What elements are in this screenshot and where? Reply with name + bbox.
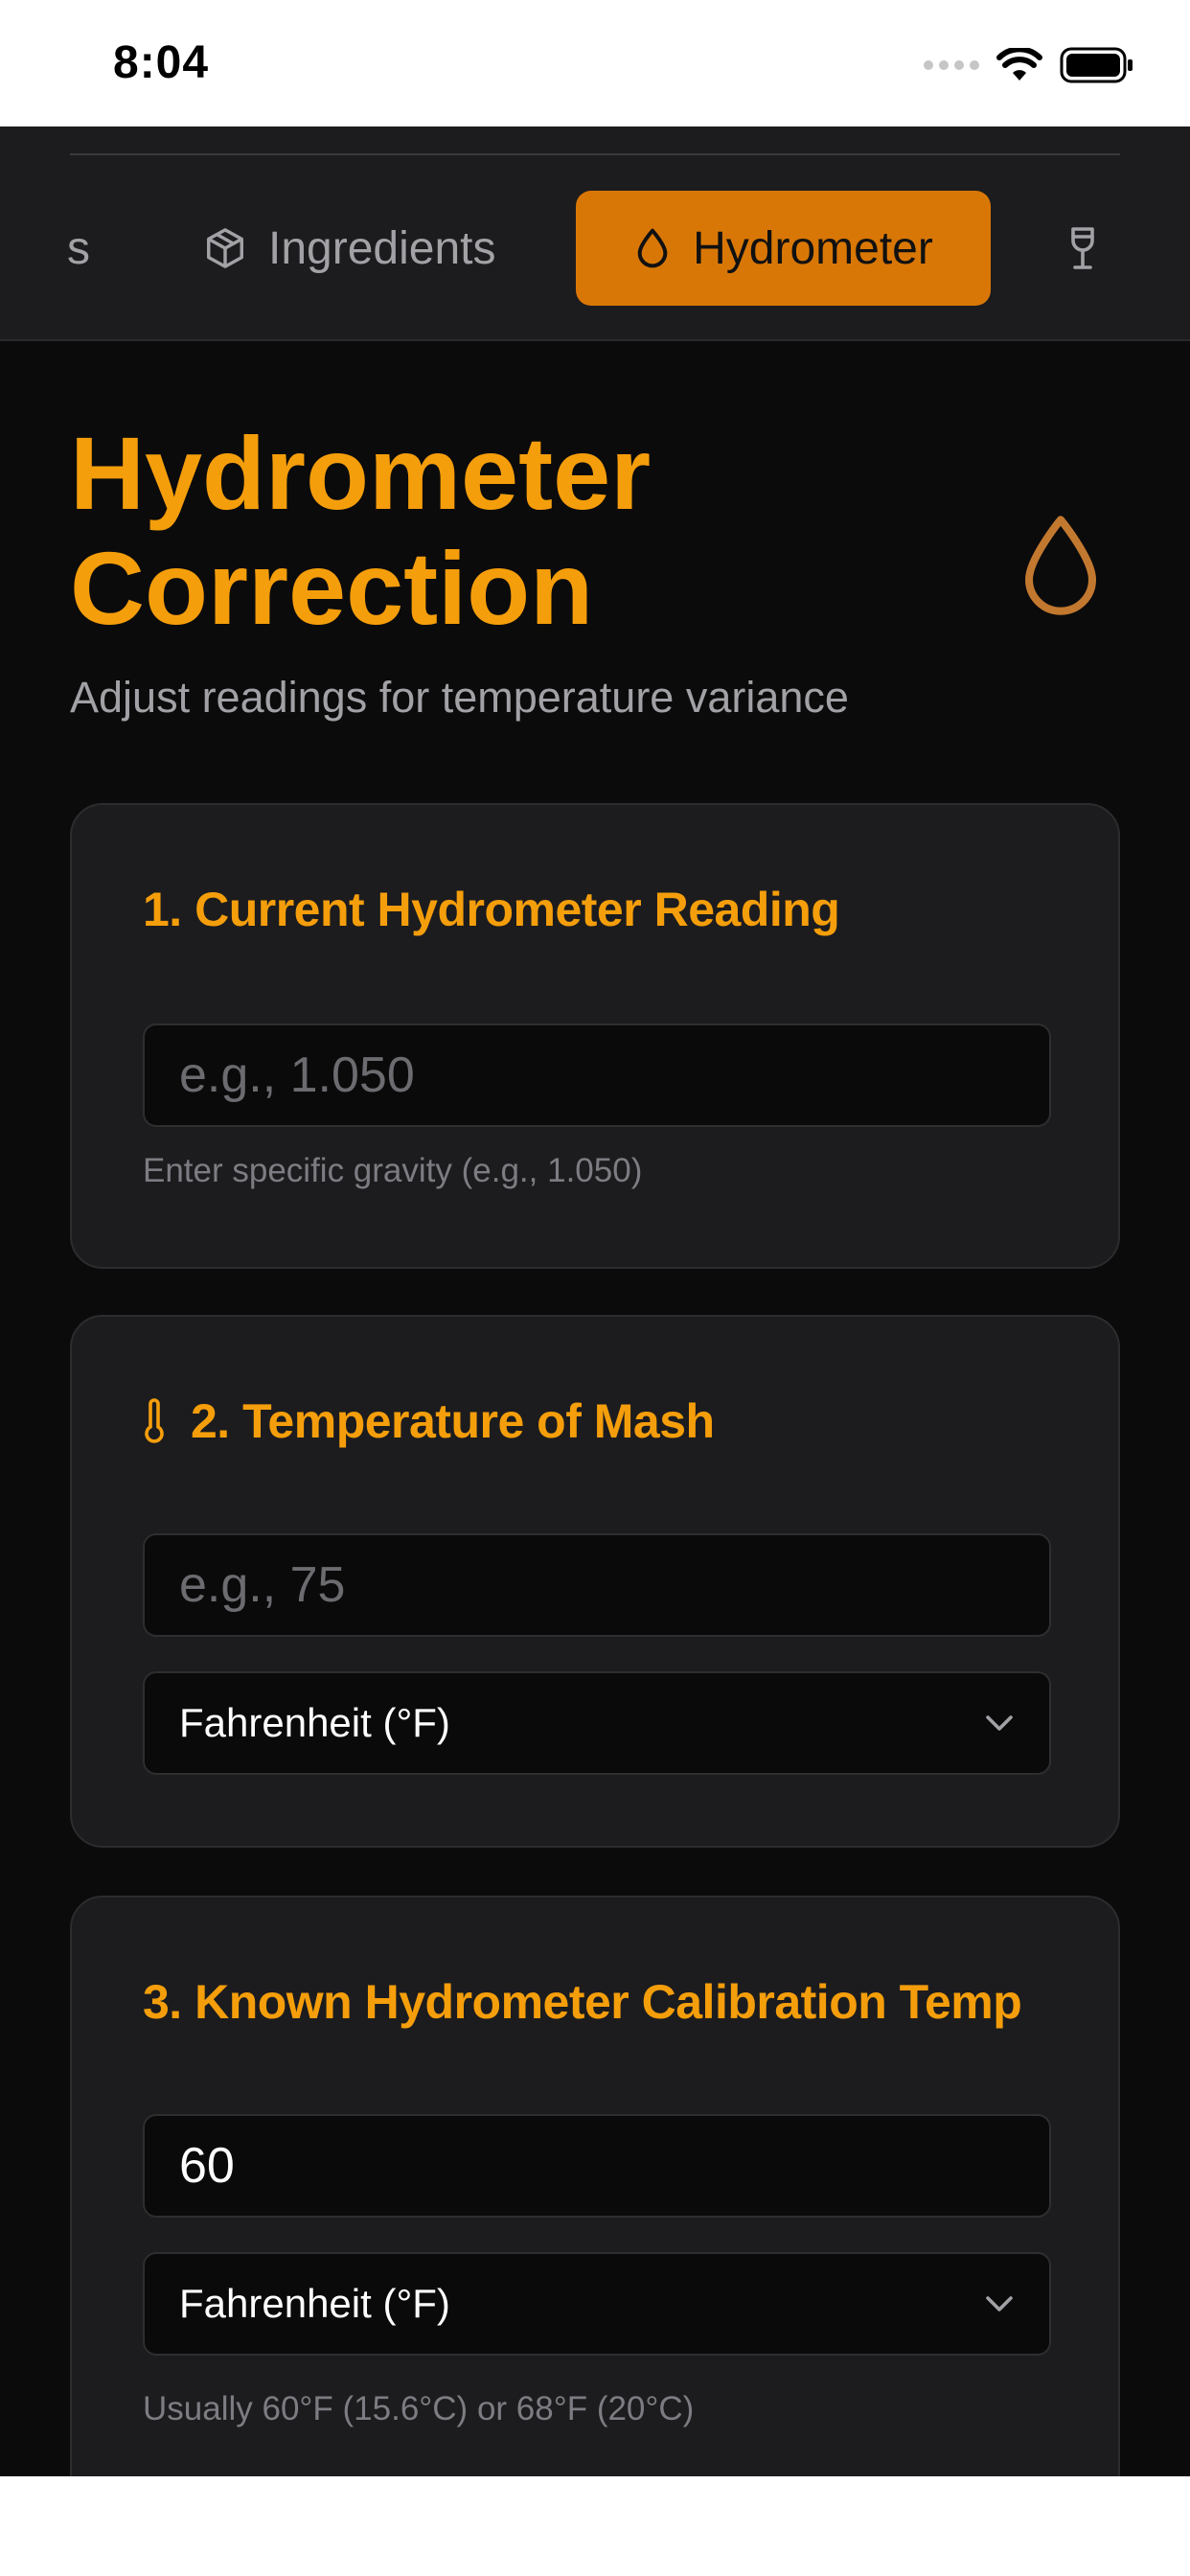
section-tabbar: s Ingredients Hydrometer [0, 126, 1190, 341]
status-time: 8:04 [113, 37, 210, 88]
calibration-temperature-input[interactable] [143, 2114, 1051, 2218]
temperature-card: 2. Temperature of Mash Fahrenheit (°F) [70, 1315, 1120, 1848]
divider [70, 153, 1120, 155]
page-title: Hydrometer Correction [70, 416, 798, 646]
reading-hint: Enter specific gravity (e.g., 1.050) [143, 1152, 643, 1189]
calibration-card-title: 3. Known Hydrometer Calibration Temp [143, 1974, 1022, 2030]
select-value: Fahrenheit (°F) [179, 1700, 450, 1745]
mash-temperature-input[interactable] [143, 1533, 1051, 1637]
status-bar: 8:04 [0, 0, 1190, 126]
gravity-reading-input[interactable] [143, 1024, 1051, 1127]
thermometer-icon [145, 1398, 164, 1443]
tab-label: s [67, 222, 90, 274]
calibration-hint: Usually 60°F (15.6°C) or 68°F (20°C) [143, 2390, 695, 2427]
chevron-down-icon [986, 1715, 1013, 1731]
wine-glass-icon [1071, 227, 1094, 269]
app-screen: s Ingredients Hydrometer Hydrometer Corr… [0, 126, 1190, 2476]
card-title-text: 1. Current Hydrometer Reading [143, 883, 840, 936]
droplet-icon [637, 228, 668, 268]
title-line-1: Hydrometer [70, 415, 652, 531]
chevron-down-icon [986, 2296, 1013, 2312]
reading-card-title: 1. Current Hydrometer Reading [143, 882, 840, 937]
tab-label: Ingredients [268, 222, 496, 274]
mash-temperature-unit-select[interactable]: Fahrenheit (°F) [143, 1671, 1051, 1775]
temperature-card-title: 2. Temperature of Mash [143, 1393, 715, 1449]
cellular-signal-icon [924, 60, 979, 70]
card-title-text: 2. Temperature of Mash [191, 1394, 715, 1448]
box-icon [207, 228, 243, 268]
status-icons [924, 42, 1134, 88]
tab-wine[interactable] [1065, 191, 1100, 306]
droplet-icon [1024, 516, 1097, 615]
tab-ingredients[interactable]: Ingredients [203, 191, 496, 306]
title-line-2: Correction [70, 530, 594, 646]
card-title-text: 3. Known Hydrometer Calibration Temp [143, 1975, 1022, 2029]
select-value: Fahrenheit (°F) [179, 2281, 450, 2326]
tab-label: Hydrometer [693, 222, 933, 274]
home-indicator-area [0, 2476, 1190, 2576]
wifi-icon [996, 48, 1042, 80]
reading-card: 1. Current Hydrometer Reading Enter spec… [70, 803, 1120, 1269]
tab-partial[interactable]: s [67, 191, 90, 306]
tab-hydrometer[interactable]: Hydrometer [576, 191, 991, 306]
battery-icon [1060, 47, 1133, 83]
page-subtitle: Adjust readings for temperature variance [70, 673, 849, 722]
calibration-unit-select[interactable]: Fahrenheit (°F) [143, 2252, 1051, 2356]
calibration-card: 3. Known Hydrometer Calibration Temp Fah… [70, 1896, 1120, 2476]
